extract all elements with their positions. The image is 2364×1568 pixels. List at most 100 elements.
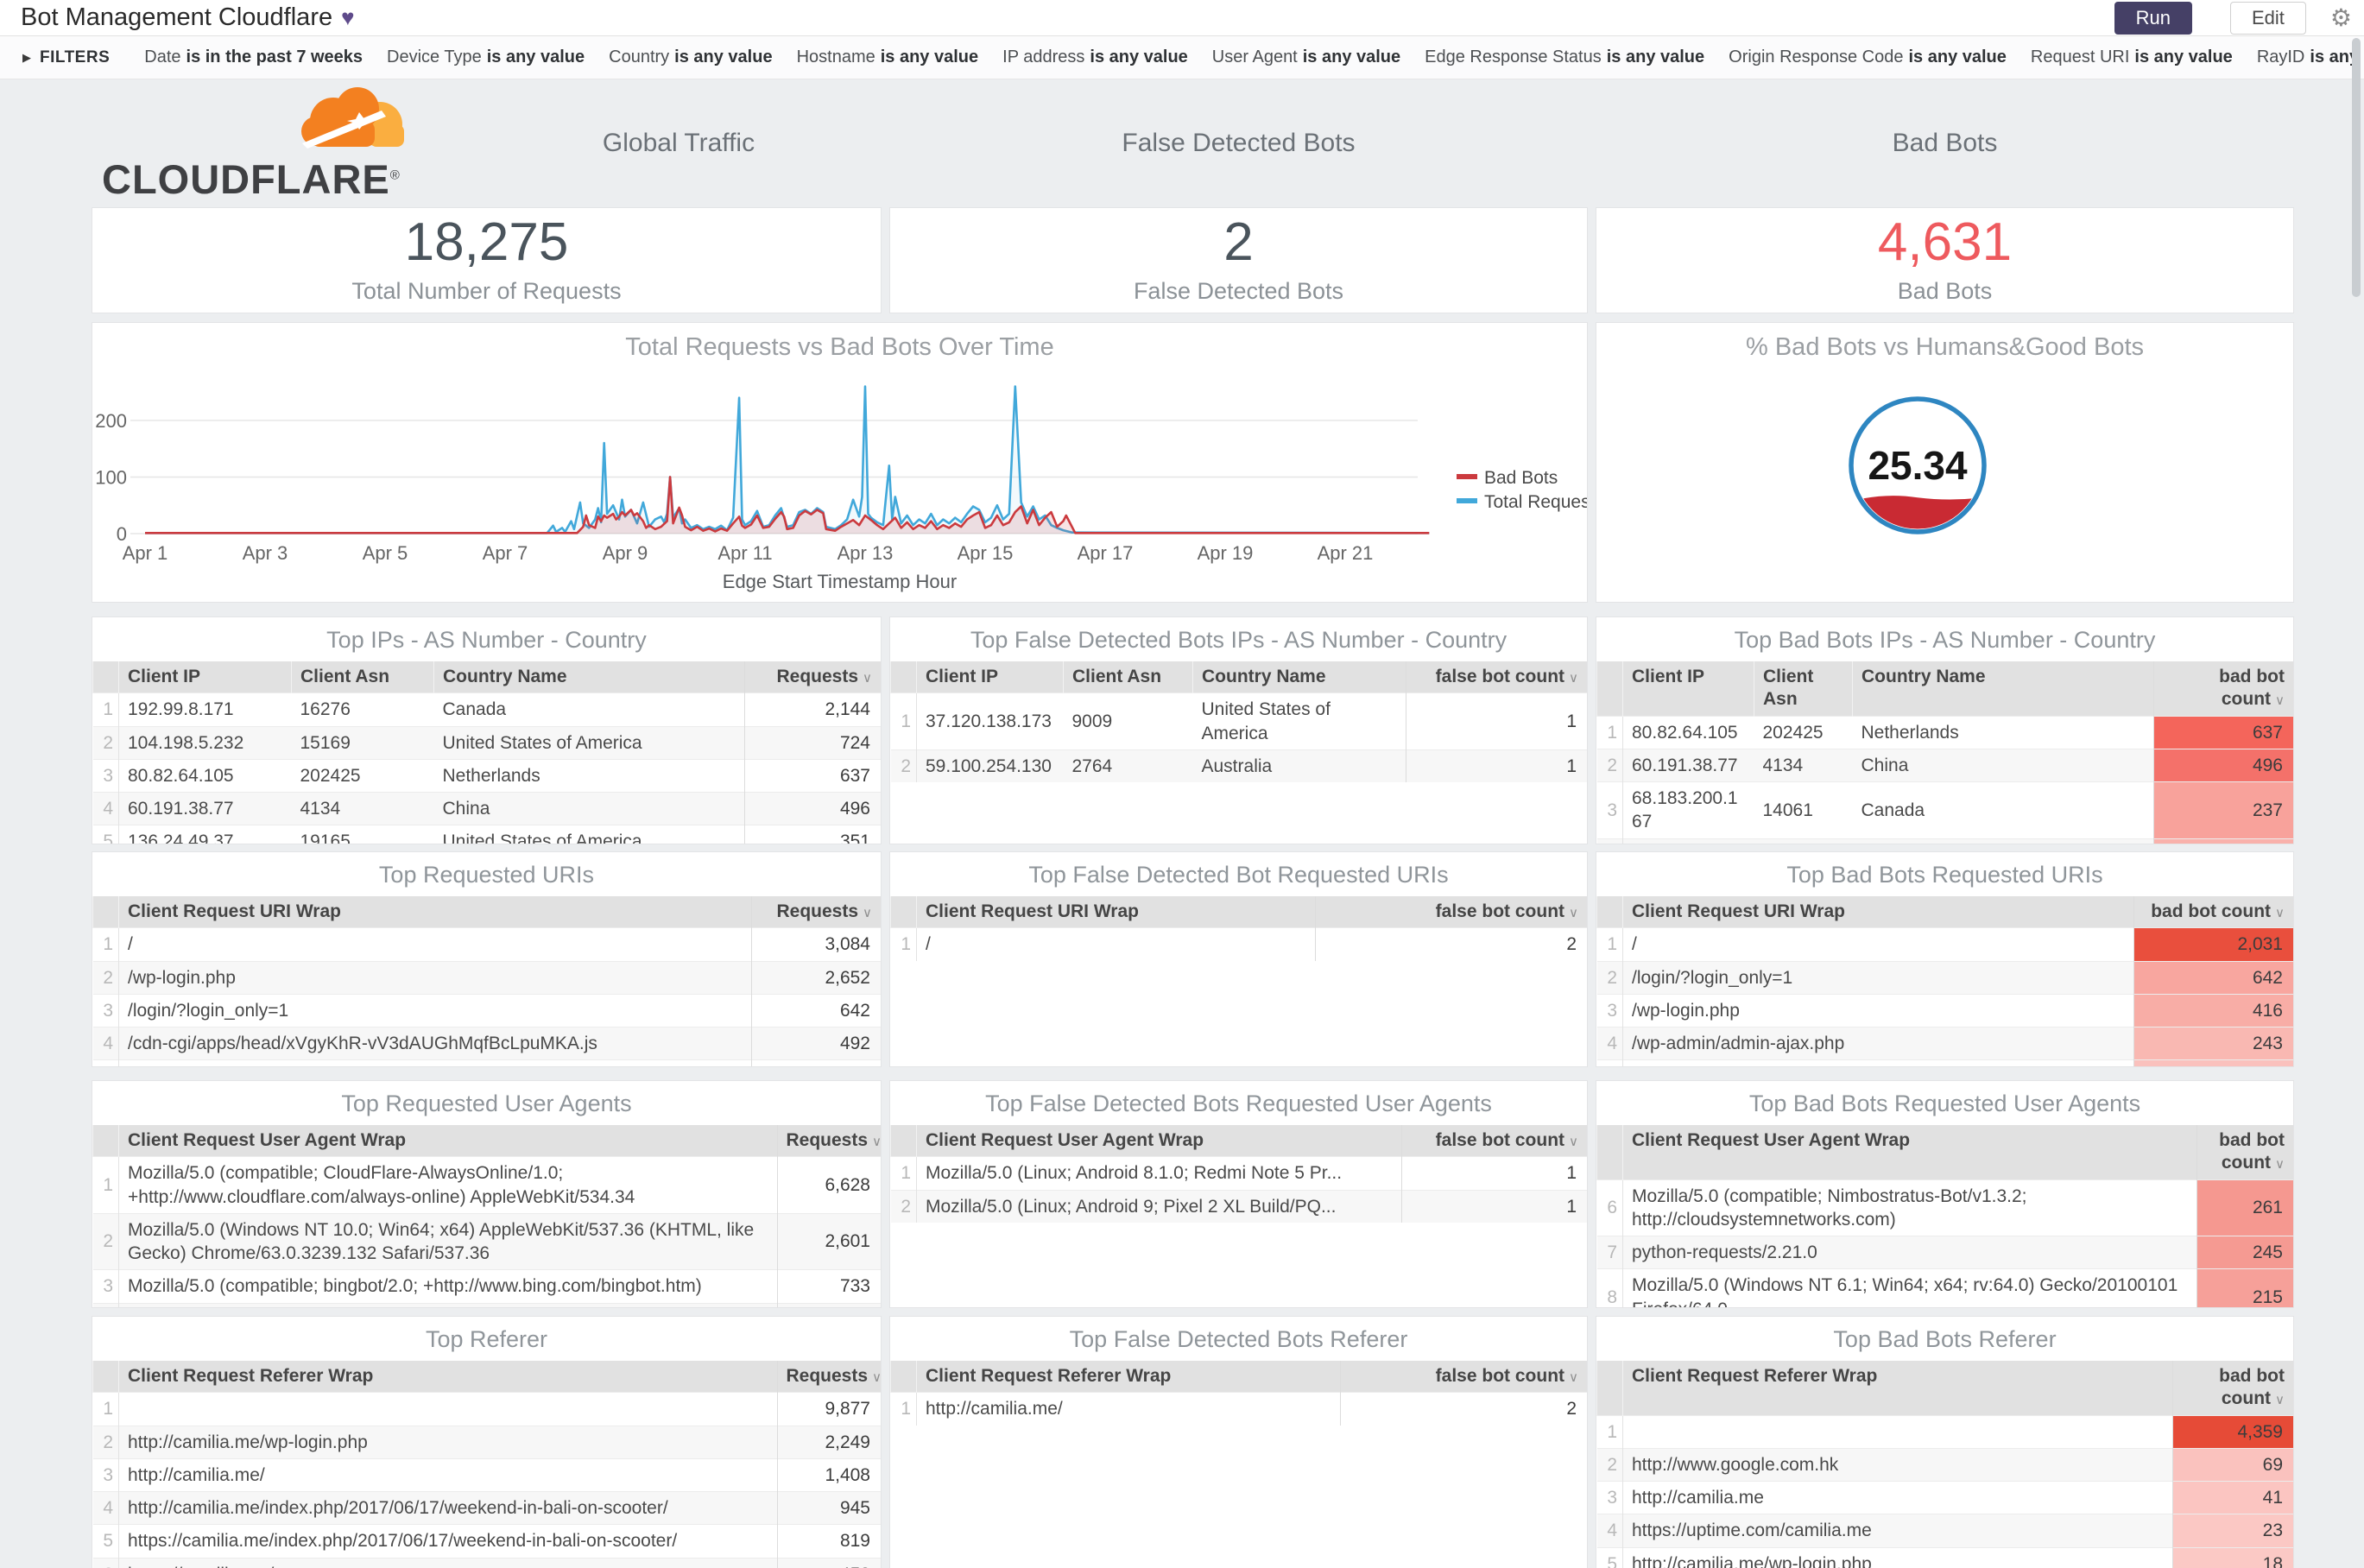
table-cell[interactable]: United States of America bbox=[433, 725, 744, 760]
table-cell[interactable]: https://uptime.com/camilia.me bbox=[1622, 1514, 2172, 1548]
value-cell[interactable]: 237 bbox=[2152, 781, 2293, 839]
value-cell[interactable]: 733 bbox=[776, 1269, 881, 1304]
value-cell[interactable]: 351 bbox=[743, 825, 881, 844]
value-cell[interactable]: 637 bbox=[2152, 715, 2293, 749]
table-cell[interactable]: http://camilia.me bbox=[1622, 1481, 2172, 1514]
table-cell[interactable]: 80.82.64.105 bbox=[118, 758, 292, 793]
value-cell[interactable]: 2 bbox=[1314, 927, 1587, 961]
table-row[interactable]: 3 68.183.200.167 14061 Canada 237 bbox=[1596, 781, 2293, 839]
table-row[interactable]: 4 http://camilia.me/index.php/2017/06/17/… bbox=[92, 1491, 881, 1525]
value-cell[interactable]: 681 bbox=[776, 1302, 881, 1307]
filter-item[interactable]: Origin Response Code is any value bbox=[1729, 47, 2007, 67]
filter-item[interactable]: Country is any value bbox=[609, 47, 772, 67]
table-cell[interactable]: Netherlands bbox=[433, 758, 744, 793]
table-row[interactable]: 461.160.221.7323650China144 bbox=[1596, 838, 2293, 844]
value-cell[interactable]: 41 bbox=[2171, 1481, 2293, 1514]
table-cell[interactable]: /login/?login_only=1 bbox=[118, 993, 751, 1027]
table-cell[interactable]: Canada bbox=[1852, 781, 2153, 839]
value-cell[interactable]: 819 bbox=[776, 1524, 881, 1559]
table-cell[interactable]: / bbox=[916, 927, 1315, 961]
column-header[interactable]: Client Request URI Wrap bbox=[1622, 896, 2133, 928]
column-header[interactable]: Client Request URI Wrap bbox=[118, 896, 751, 928]
filter-item[interactable]: Device Type is any value bbox=[387, 47, 585, 67]
table-cell[interactable]: 136.24.49.37 bbox=[118, 825, 292, 844]
value-cell[interactable]: 496 bbox=[743, 792, 881, 825]
value-cell[interactable]: 642 bbox=[750, 993, 881, 1027]
table-row[interactable]: 1 192.99.8.171 16276 Canada 2,144 bbox=[92, 692, 881, 727]
table-cell[interactable] bbox=[118, 1302, 777, 1307]
value-cell[interactable]: 2,652 bbox=[750, 960, 881, 995]
column-header[interactable]: Client Request User Agent Wrap bbox=[916, 1125, 1401, 1157]
table-cell[interactable]: / bbox=[118, 927, 751, 962]
table-row[interactable]: 1 37.120.138.173 9009 United States of Amer… bbox=[890, 692, 1587, 750]
table-row[interactable]: 3 http://camilia.me 41 bbox=[1596, 1481, 2293, 1514]
value-cell[interactable]: 416 bbox=[2133, 993, 2293, 1027]
table-cell[interactable]: /cdn-cgi/apps/body/3Lh52SjWTQ4HRlErJykHq… bbox=[118, 1059, 751, 1066]
table-row[interactable]: 2 Mozilla/5.0 (Linux; Android 9; Pixel 2 … bbox=[890, 1189, 1587, 1223]
table-row[interactable]: 8 Mozilla/5.0 (Windows NT 6.1; Win64; x64… bbox=[1596, 1268, 2293, 1307]
timeseries-chart[interactable]: 0100200Apr 1 Apr 3 Apr 5 Apr 7 Apr 9 Apr 11 Ap… bbox=[92, 323, 1588, 603]
table-row[interactable]: 5 136.24.49.37 19165 United States of Ameri… bbox=[92, 825, 881, 844]
filter-item[interactable]: RayIDis any value bbox=[2257, 47, 2355, 67]
filter-item[interactable]: Request URI is any value bbox=[2031, 47, 2233, 67]
value-cell[interactable]: 6,628 bbox=[776, 1156, 881, 1214]
column-header-sorted[interactable]: bad bot count ∨ bbox=[2171, 1361, 2293, 1415]
column-header[interactable]: Country Name bbox=[1852, 661, 2153, 716]
filter-item[interactable]: User Agent is any value bbox=[1212, 47, 1400, 67]
table-cell[interactable]: 14061 bbox=[1754, 781, 1853, 839]
value-cell[interactable]: 243 bbox=[2133, 1027, 2293, 1060]
table-cell[interactable] bbox=[118, 1392, 777, 1426]
table-row[interactable]: 3/wp-login.php 416 bbox=[1596, 993, 2293, 1027]
column-header[interactable]: Client IP bbox=[118, 661, 292, 693]
table-cell[interactable]: http://camilia.me/ bbox=[118, 1457, 777, 1492]
column-header-sorted[interactable]: Requests ∨ bbox=[776, 1125, 881, 1157]
value-cell[interactable]: 245 bbox=[2196, 1236, 2293, 1269]
value-cell[interactable]: 4,359 bbox=[2171, 1414, 2293, 1449]
table-cell[interactable]: 104.198.5.232 bbox=[118, 725, 292, 760]
filters-expand-arrow[interactable]: ▶ bbox=[22, 51, 31, 65]
table-row[interactable]: 4 https://uptime.com/camilia.me 23 bbox=[1596, 1514, 2293, 1548]
table-cell[interactable]: 2764 bbox=[1063, 749, 1193, 783]
table-row[interactable]: 4 60.191.38.77 4134 China 496 bbox=[92, 792, 881, 825]
table-cell[interactable]: 16276 bbox=[291, 692, 434, 727]
value-cell[interactable]: 3,084 bbox=[750, 927, 881, 962]
table-cell[interactable]: United States of America bbox=[433, 825, 744, 844]
table-row[interactable]: 7 python-requests/2.21.0 245 bbox=[1596, 1236, 2293, 1269]
table-cell[interactable]: /login/?login_only=1 bbox=[1622, 960, 2133, 995]
table-cell[interactable]: 68.183.200.167 bbox=[1622, 781, 1754, 839]
value-cell[interactable]: 2,031 bbox=[2133, 927, 2293, 962]
edit-button[interactable]: Edit bbox=[2229, 1, 2306, 35]
table-row[interactable]: 3 http://camilia.me/1,408 bbox=[92, 1457, 881, 1492]
value-cell[interactable]: 492 bbox=[750, 1027, 881, 1060]
table-cell[interactable]: Canada bbox=[433, 692, 744, 727]
table-cell[interactable]: http://camilia.me/wp-login.php bbox=[118, 1425, 777, 1459]
column-header-sorted[interactable]: Requests ∨ bbox=[743, 661, 881, 693]
table-row[interactable]: 3 Mozilla/5.0 (compatible; bingbot/2.0; +… bbox=[92, 1269, 881, 1304]
gear-icon[interactable]: ⚙ bbox=[2330, 3, 2352, 32]
table-row[interactable]: 6https://camilia.me/458 bbox=[92, 1557, 881, 1568]
value-cell[interactable]: 1 bbox=[1405, 692, 1587, 750]
table-cell[interactable]: 9009 bbox=[1063, 692, 1193, 750]
table-row[interactable]: 4/wp-admin/admin-ajax.php 243 bbox=[1596, 1027, 2293, 1060]
table-row[interactable]: 3/login/?login_only=1 642 bbox=[92, 993, 881, 1027]
value-cell[interactable]: 69 bbox=[2171, 1447, 2293, 1482]
table-cell[interactable]: / bbox=[1622, 927, 2133, 962]
table-cell[interactable]: http://www.google.com.hk bbox=[1622, 1447, 2172, 1482]
table-cell[interactable]: /wp-login.php bbox=[1622, 993, 2133, 1027]
column-header[interactable]: Country Name bbox=[1192, 661, 1406, 693]
table-row[interactable]: 2 60.191.38.77 4134 China 496 bbox=[1596, 748, 2293, 782]
table-row[interactable]: 4/cdn-cgi/apps/head/xVgyKhR-vV3dAUGhMqfB… bbox=[92, 1027, 881, 1060]
table-row[interactable]: 5 https://camilia.me/index.php/2017/06/17… bbox=[92, 1524, 881, 1559]
value-cell[interactable]: 215 bbox=[2196, 1268, 2293, 1307]
column-header-sorted[interactable]: false bot count ∨ bbox=[1405, 661, 1587, 693]
column-header-sorted[interactable]: Requests ∨ bbox=[776, 1361, 881, 1393]
value-cell[interactable]: 2,144 bbox=[743, 692, 881, 727]
column-header[interactable]: Client IP bbox=[1622, 661, 1754, 716]
value-cell[interactable]: 144 bbox=[2152, 838, 2293, 844]
table-row[interactable]: 1 Mozilla/5.0 (Linux; Android 8.1.0; Redm… bbox=[890, 1156, 1587, 1191]
table-cell[interactable]: http://camilia.me/wp-login.php bbox=[1622, 1546, 2172, 1568]
filter-item[interactable]: Date is in the past 7 weeks bbox=[144, 47, 363, 67]
table-row[interactable]: 5 http://camilia.me/wp-login.php 18 bbox=[1596, 1546, 2293, 1568]
table-row[interactable]: 5/cdn-cgi/apps/body/3Lh52SjWTQ4HRlErJykH… bbox=[92, 1059, 881, 1066]
table-cell[interactable]: Mozilla/5.0 (Linux; Android 8.1.0; Redmi… bbox=[916, 1156, 1401, 1191]
